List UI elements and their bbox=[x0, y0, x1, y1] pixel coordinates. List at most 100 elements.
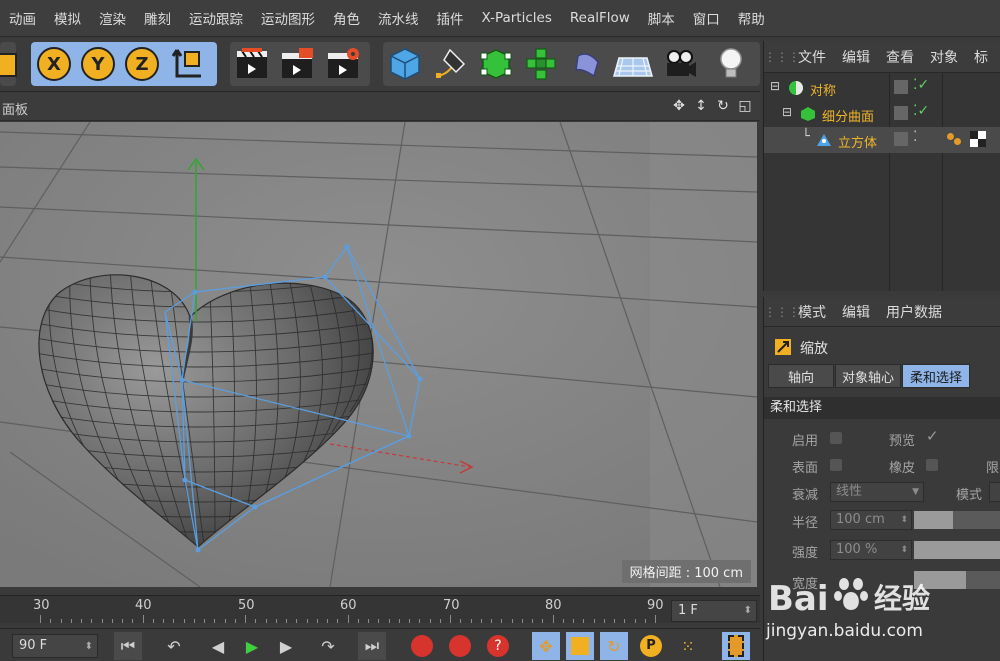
go-to-start-icon[interactable]: ⏮ bbox=[114, 632, 142, 660]
subtab-soft-selection[interactable]: 柔和选择 bbox=[902, 364, 970, 388]
tree-collapse-icon[interactable]: ⊟ bbox=[770, 79, 780, 93]
menu-motion-tracking[interactable]: 运动跟踪 bbox=[180, 8, 252, 28]
stepper-icon[interactable]: ⬍ bbox=[744, 601, 752, 621]
current-frame-field[interactable]: 1 F ⬍ bbox=[671, 600, 757, 622]
subtab-axis[interactable]: 轴向 bbox=[768, 364, 834, 388]
go-to-end-icon[interactable]: ⏭ bbox=[358, 632, 386, 660]
render-picture-viewer-icon[interactable] bbox=[277, 42, 317, 86]
phong-tag-icon[interactable] bbox=[947, 133, 954, 140]
menu-realflow[interactable]: RealFlow bbox=[561, 10, 639, 26]
menu-render[interactable]: 渲染 bbox=[90, 8, 135, 28]
tab-view[interactable]: 查看 bbox=[878, 47, 922, 67]
viewport-panel-label[interactable]: 面板 bbox=[2, 99, 28, 118]
stepper-icon[interactable]: ⬍ bbox=[900, 511, 908, 529]
x-axis-lock-icon[interactable]: X bbox=[34, 42, 74, 86]
subtab-object-axis[interactable]: 对象轴心 bbox=[835, 364, 901, 388]
record-point-level-icon[interactable]: ⁙ bbox=[674, 632, 702, 660]
tab-user-data[interactable]: 用户数据 bbox=[878, 302, 950, 322]
strength-slider[interactable] bbox=[914, 541, 1000, 559]
enabled-check-icon[interactable]: ⁚✓ bbox=[913, 103, 929, 119]
deformer-bend-icon[interactable] bbox=[567, 42, 607, 86]
auto-keyframe-icon[interactable] bbox=[446, 632, 474, 660]
menu-simulate[interactable]: 模拟 bbox=[45, 8, 90, 28]
tree-collapse-icon[interactable]: ⊟ bbox=[782, 105, 792, 119]
menu-window[interactable]: 窗口 bbox=[684, 8, 729, 28]
cloner-icon[interactable] bbox=[521, 42, 561, 86]
record-rotation-icon[interactable]: ↻ bbox=[600, 632, 628, 660]
enabled-check-icon[interactable]: ⁚✓ bbox=[913, 77, 929, 93]
record-scale-icon[interactable] bbox=[566, 632, 594, 660]
menu-sculpt[interactable]: 雕刻 bbox=[135, 8, 180, 28]
render-view-icon[interactable] bbox=[232, 42, 272, 86]
radius-input[interactable]: 100 cm ⬍ bbox=[830, 510, 912, 530]
layer-icon[interactable] bbox=[894, 80, 908, 94]
stepper-icon[interactable]: ⬍ bbox=[85, 636, 93, 658]
strength-input[interactable]: 100 % ⬍ bbox=[830, 540, 912, 560]
menu-pipeline[interactable]: 流水线 bbox=[369, 8, 428, 28]
menu-character[interactable]: 角色 bbox=[324, 8, 369, 28]
visibility-dots-icon[interactable]: ⁚ bbox=[913, 129, 917, 145]
preview-checkbox[interactable]: ✓ bbox=[926, 427, 939, 445]
rotate-view-icon[interactable]: ↻ bbox=[714, 97, 732, 115]
play-icon[interactable]: ▶ bbox=[238, 632, 266, 660]
surface-checkbox[interactable] bbox=[830, 459, 842, 471]
end-frame-field[interactable]: 90 F ⬍ bbox=[12, 634, 98, 658]
scale-tool-icon[interactable] bbox=[0, 42, 26, 86]
radius-slider[interactable] bbox=[914, 511, 1000, 529]
layer-icon[interactable] bbox=[894, 106, 908, 120]
falloff-dropdown[interactable]: 线性 ▼ bbox=[830, 482, 924, 502]
film-strip-icon[interactable] bbox=[722, 632, 750, 660]
timeline-tick bbox=[511, 619, 513, 623]
menu-mograph[interactable]: 运动图形 bbox=[252, 8, 324, 28]
mode-dropdown[interactable] bbox=[989, 482, 1000, 502]
timeline-tick bbox=[91, 619, 93, 623]
previous-frame-icon[interactable]: ◀ bbox=[204, 632, 232, 660]
cube-icon[interactable] bbox=[385, 42, 425, 86]
record-keys-icon[interactable] bbox=[408, 632, 436, 660]
limit-label: 限 bbox=[986, 461, 1000, 476]
tab-file[interactable]: 文件 bbox=[790, 47, 834, 67]
menu-plugins[interactable]: 插件 bbox=[428, 8, 473, 28]
perspective-viewport[interactable]: 网格间距 : 100 cm bbox=[0, 122, 757, 587]
render-settings-icon[interactable] bbox=[323, 42, 363, 86]
next-key-icon[interactable]: ↷ bbox=[314, 632, 342, 660]
menu-help[interactable]: 帮助 bbox=[729, 8, 774, 28]
tab-edit[interactable]: 编辑 bbox=[834, 302, 878, 322]
timeline-ruler[interactable]: 30 40 50 60 70 80 90 bbox=[0, 595, 760, 623]
enable-checkbox[interactable] bbox=[830, 432, 842, 444]
move-view-icon[interactable]: ✥ bbox=[670, 97, 688, 115]
pen-spline-icon[interactable] bbox=[431, 42, 471, 86]
material-tag-icon[interactable] bbox=[970, 131, 986, 147]
object-row-subdivision-surface[interactable]: ⊟ 细分曲面 ⁚✓ bbox=[764, 101, 1000, 127]
menu-script[interactable]: 脚本 bbox=[639, 8, 684, 28]
tab-mode[interactable]: 模式 bbox=[790, 302, 834, 322]
object-row-cube[interactable]: └ 立方体 ⁚ bbox=[764, 127, 1000, 153]
z-axis-lock-icon[interactable]: Z bbox=[122, 42, 162, 86]
camera-icon[interactable] bbox=[660, 42, 700, 86]
stepper-icon[interactable]: ⬍ bbox=[900, 541, 908, 559]
menu-animation[interactable]: 动画 bbox=[0, 8, 45, 28]
tab-edit[interactable]: 编辑 bbox=[834, 47, 878, 67]
timeline-tick bbox=[347, 615, 349, 623]
y-axis-lock-icon[interactable]: Y bbox=[78, 42, 118, 86]
record-parameter-icon[interactable]: P bbox=[637, 632, 665, 660]
layer-icon[interactable] bbox=[894, 132, 908, 146]
tab-tags[interactable]: 标 bbox=[966, 47, 996, 67]
z-axis-label: Z bbox=[125, 47, 159, 81]
object-row-symmetry[interactable]: ⊟ 对称 ⁚✓ bbox=[764, 75, 1000, 101]
record-position-icon[interactable]: ✥ bbox=[532, 632, 560, 660]
menu-x-particles[interactable]: X-Particles bbox=[473, 10, 561, 26]
panel-grip-icon[interactable]: ⋮⋮⋮ bbox=[764, 50, 800, 64]
next-frame-icon[interactable]: ▶ bbox=[272, 632, 300, 660]
rubber-checkbox[interactable] bbox=[926, 459, 938, 471]
subdivision-surface-icon[interactable] bbox=[476, 42, 516, 86]
panel-grip-icon[interactable]: ⋮⋮⋮ bbox=[764, 305, 800, 319]
light-icon[interactable] bbox=[711, 42, 751, 86]
floor-icon[interactable] bbox=[613, 42, 653, 86]
coordinate-system-icon[interactable] bbox=[168, 42, 208, 86]
tab-object[interactable]: 对象 bbox=[922, 47, 966, 67]
zoom-view-icon[interactable]: ↕ bbox=[692, 97, 710, 115]
keyframe-selection-icon[interactable]: ? bbox=[484, 632, 512, 660]
maximize-view-icon[interactable]: ◱ bbox=[736, 97, 754, 115]
previous-key-icon[interactable]: ↶ bbox=[160, 632, 188, 660]
